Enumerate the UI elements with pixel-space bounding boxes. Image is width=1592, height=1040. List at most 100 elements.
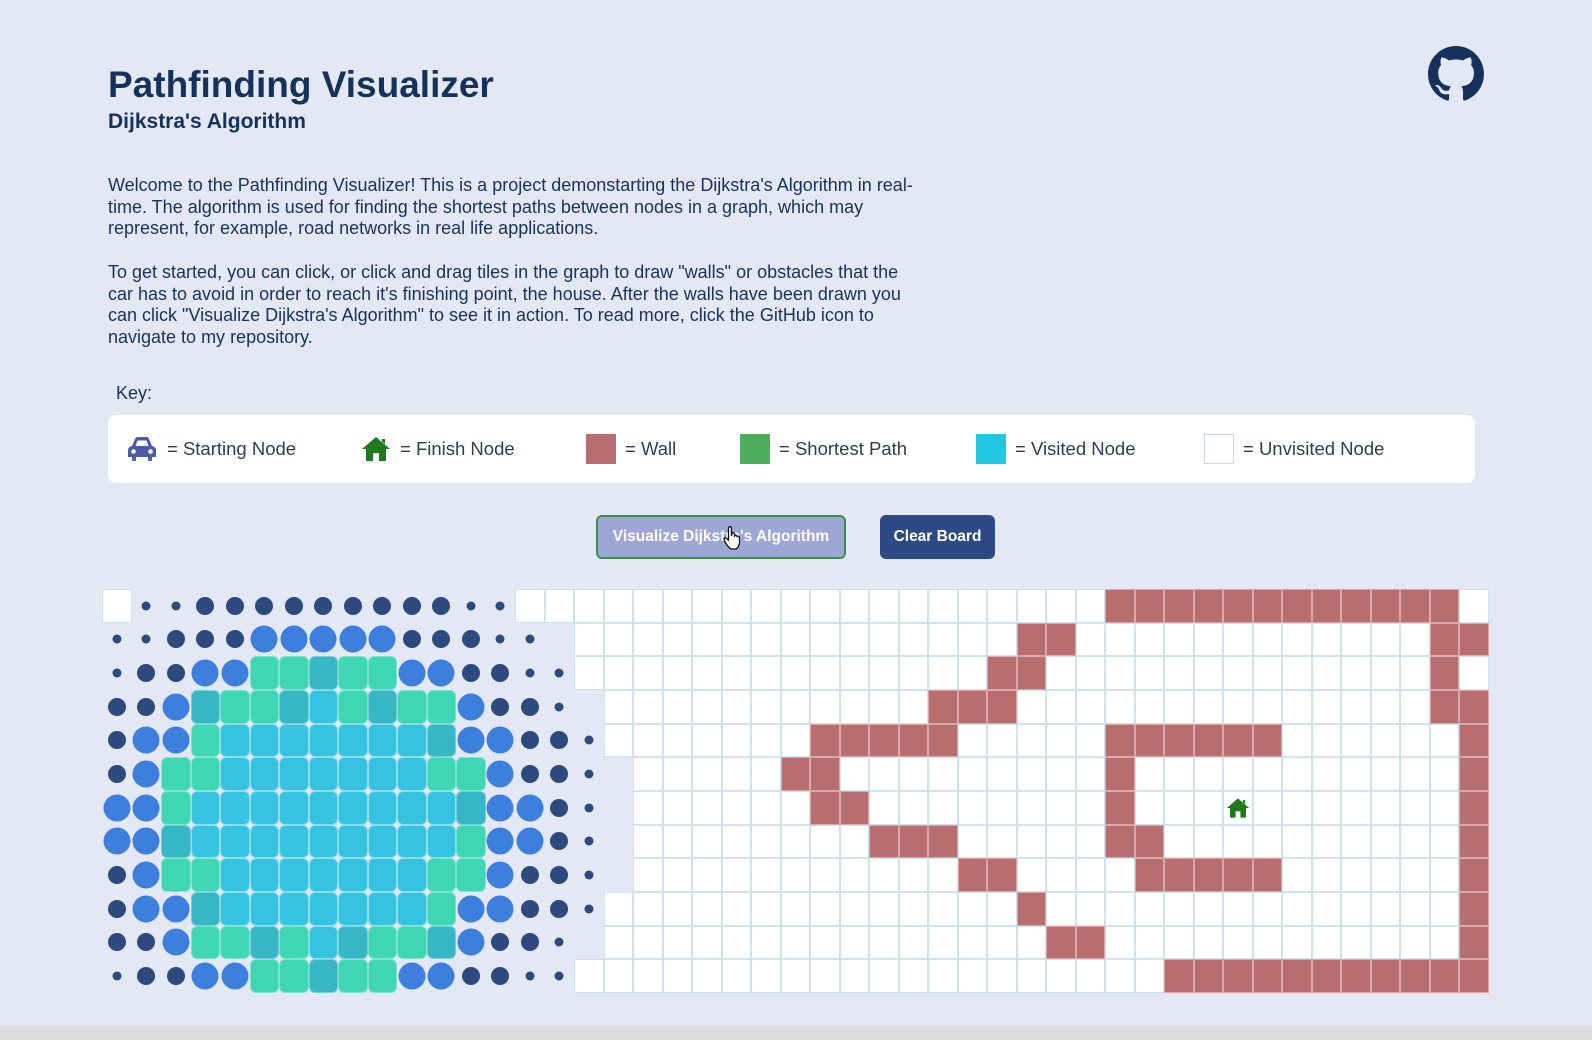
grid-node[interactable] bbox=[1282, 757, 1312, 791]
visited-node[interactable] bbox=[338, 690, 368, 724]
animating-node[interactable] bbox=[190, 959, 221, 993]
grid-node[interactable] bbox=[839, 892, 870, 926]
grid-node[interactable] bbox=[957, 622, 988, 657]
grid-node[interactable] bbox=[1164, 791, 1194, 825]
grid-node[interactable] bbox=[1252, 791, 1283, 825]
animating-node[interactable] bbox=[426, 656, 457, 690]
grid-node[interactable] bbox=[987, 925, 1017, 960]
grid-node[interactable] bbox=[928, 589, 958, 623]
animating-node[interactable] bbox=[485, 589, 516, 623]
grid-node[interactable] bbox=[721, 757, 752, 791]
wall-node[interactable] bbox=[1370, 589, 1401, 623]
grid-node[interactable] bbox=[662, 824, 693, 859]
visited-node[interactable] bbox=[279, 791, 309, 825]
grid-node[interactable] bbox=[839, 622, 870, 657]
grid-node[interactable] bbox=[1164, 824, 1194, 859]
grid-node[interactable] bbox=[1193, 757, 1224, 791]
grid-node[interactable] bbox=[957, 959, 988, 993]
grid-node[interactable] bbox=[692, 925, 722, 960]
wall-node[interactable] bbox=[1282, 959, 1312, 993]
visited-node[interactable] bbox=[190, 824, 221, 859]
visited-node[interactable] bbox=[426, 757, 457, 791]
grid-node[interactable] bbox=[1252, 622, 1283, 657]
animating-node[interactable] bbox=[485, 791, 516, 825]
visited-node[interactable] bbox=[161, 791, 191, 825]
animating-node[interactable] bbox=[544, 690, 575, 724]
grid-node[interactable] bbox=[544, 589, 575, 623]
wall-node[interactable] bbox=[1459, 858, 1489, 892]
animating-node[interactable] bbox=[544, 723, 575, 758]
wall-node[interactable] bbox=[1223, 723, 1253, 758]
wall-node[interactable] bbox=[1134, 589, 1165, 623]
visited-node[interactable] bbox=[190, 791, 221, 825]
grid-node[interactable] bbox=[751, 824, 781, 859]
visited-node[interactable] bbox=[308, 723, 339, 758]
grid-node[interactable] bbox=[603, 925, 634, 960]
grid-node[interactable] bbox=[839, 757, 870, 791]
visited-node[interactable] bbox=[397, 892, 427, 926]
animating-node[interactable] bbox=[397, 656, 427, 690]
visited-node[interactable] bbox=[190, 723, 221, 758]
grid-node[interactable] bbox=[987, 892, 1017, 926]
visited-node[interactable] bbox=[426, 858, 457, 892]
grid-node[interactable] bbox=[1252, 824, 1283, 859]
grid-node[interactable] bbox=[1016, 690, 1047, 724]
animating-node[interactable] bbox=[485, 622, 516, 657]
animating-node[interactable] bbox=[131, 959, 162, 993]
grid-node[interactable] bbox=[957, 589, 988, 623]
wall-node[interactable] bbox=[1016, 622, 1047, 657]
animating-node[interactable] bbox=[574, 723, 604, 758]
wall-node[interactable] bbox=[1046, 622, 1076, 657]
animating-node[interactable] bbox=[279, 589, 309, 623]
wall-node[interactable] bbox=[810, 791, 840, 825]
grid-node[interactable] bbox=[692, 757, 722, 791]
visited-node[interactable] bbox=[338, 925, 368, 960]
animating-node[interactable] bbox=[131, 925, 162, 960]
animating-node[interactable] bbox=[574, 791, 604, 825]
wall-node[interactable] bbox=[1459, 892, 1489, 926]
visited-node[interactable] bbox=[220, 723, 250, 758]
visited-node[interactable] bbox=[367, 892, 398, 926]
animating-node[interactable] bbox=[515, 791, 545, 825]
visited-node[interactable] bbox=[249, 824, 280, 859]
grid-node[interactable] bbox=[810, 690, 840, 724]
wall-node[interactable] bbox=[1164, 589, 1194, 623]
wall-node[interactable] bbox=[810, 757, 840, 791]
grid-node[interactable] bbox=[869, 757, 899, 791]
grid-node[interactable] bbox=[1282, 791, 1312, 825]
grid-node[interactable] bbox=[1282, 622, 1312, 657]
animating-node[interactable] bbox=[456, 656, 486, 690]
wall-node[interactable] bbox=[1075, 925, 1106, 960]
animating-node[interactable] bbox=[220, 959, 250, 993]
grid-node[interactable] bbox=[662, 791, 693, 825]
grid-node[interactable] bbox=[1400, 791, 1430, 825]
wall-node[interactable] bbox=[1164, 858, 1194, 892]
grid-node[interactable] bbox=[1046, 723, 1076, 758]
animating-node[interactable] bbox=[220, 656, 250, 690]
animating-node[interactable] bbox=[515, 656, 545, 690]
grid-node[interactable] bbox=[928, 959, 958, 993]
grid-node[interactable] bbox=[1400, 824, 1430, 859]
animating-node[interactable] bbox=[456, 925, 486, 960]
grid-node[interactable] bbox=[1370, 656, 1401, 690]
grid-node[interactable] bbox=[1164, 690, 1194, 724]
grid-node[interactable] bbox=[810, 824, 840, 859]
grid-node[interactable] bbox=[780, 824, 811, 859]
wall-node[interactable] bbox=[987, 858, 1017, 892]
grid-node[interactable] bbox=[898, 925, 929, 960]
grid-node[interactable] bbox=[780, 723, 811, 758]
grid-node[interactable] bbox=[603, 959, 634, 993]
grid-node[interactable] bbox=[1105, 892, 1135, 926]
wall-node[interactable] bbox=[957, 858, 988, 892]
animating-node[interactable] bbox=[603, 757, 634, 791]
animating-node[interactable] bbox=[574, 690, 604, 724]
grid-node[interactable] bbox=[1075, 892, 1106, 926]
visited-node[interactable] bbox=[279, 757, 309, 791]
animating-node[interactable] bbox=[161, 925, 191, 960]
visited-node[interactable] bbox=[161, 858, 191, 892]
visited-node[interactable] bbox=[249, 690, 280, 724]
grid-node[interactable] bbox=[928, 858, 958, 892]
wall-node[interactable] bbox=[1105, 791, 1135, 825]
grid-node[interactable] bbox=[780, 892, 811, 926]
grid-node[interactable] bbox=[1282, 925, 1312, 960]
